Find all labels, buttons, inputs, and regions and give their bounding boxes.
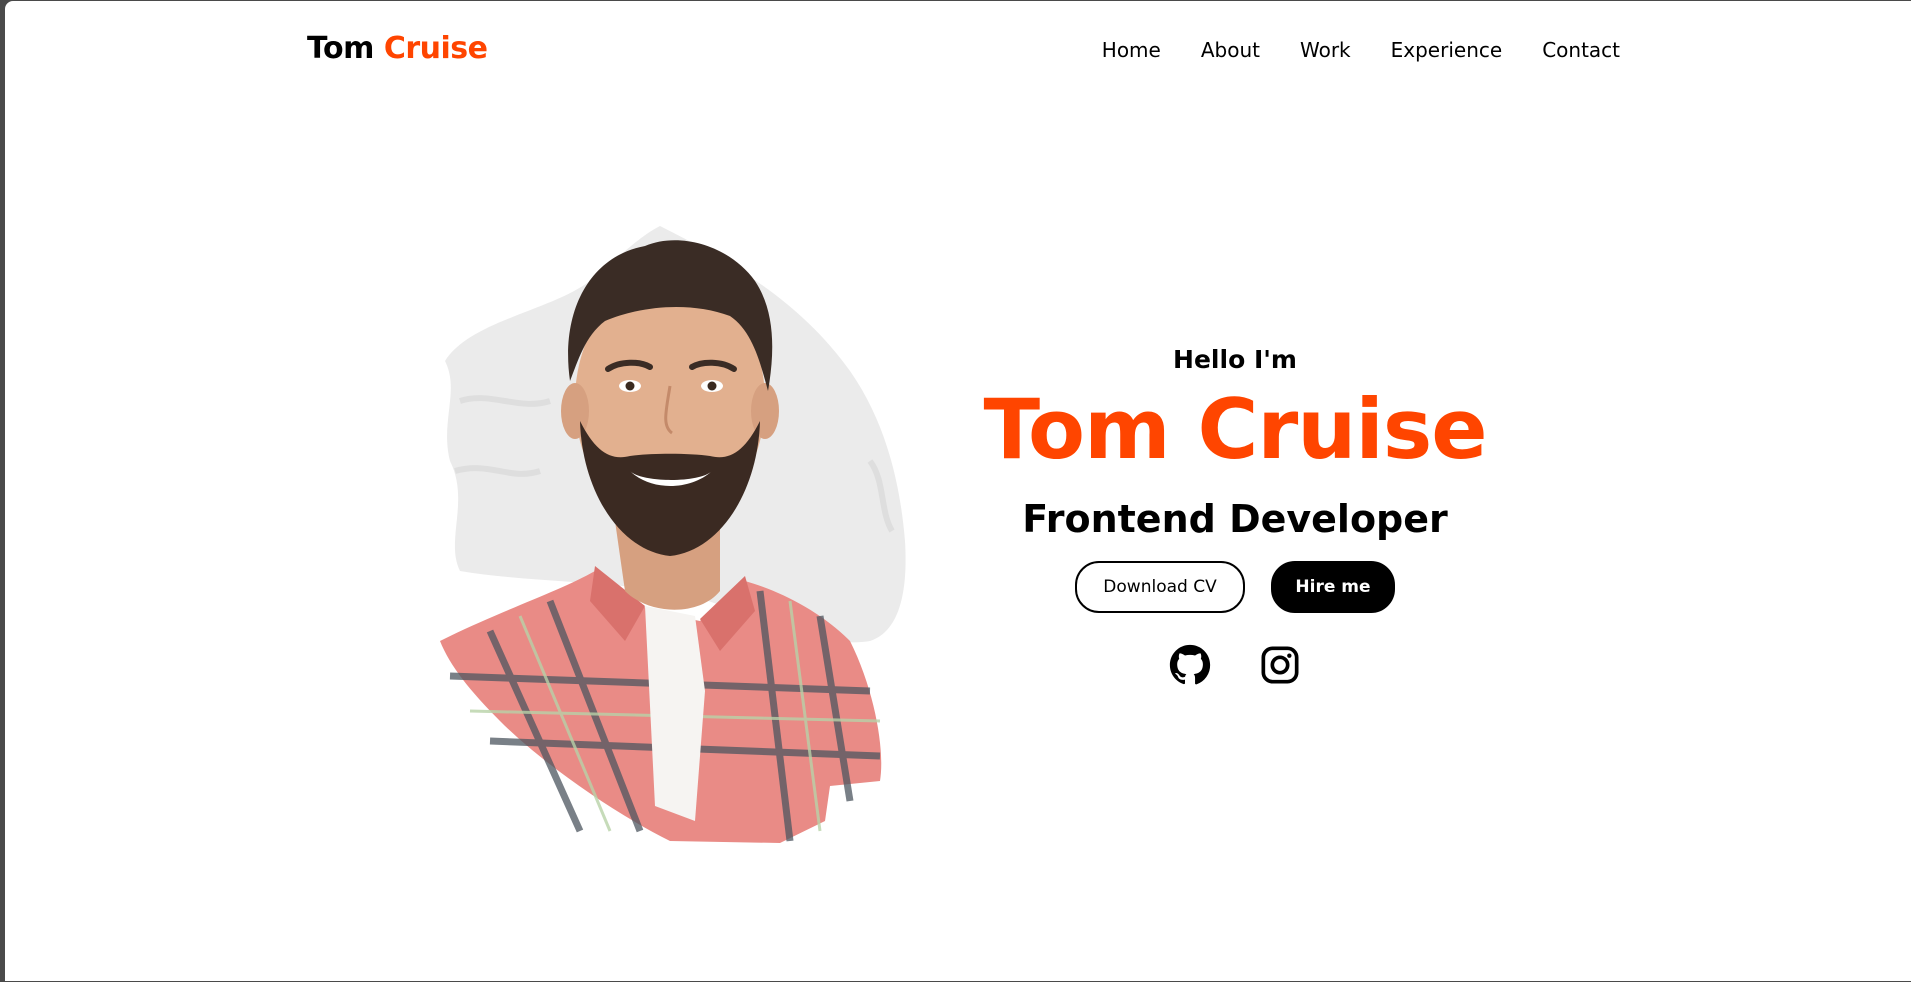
nav-experience[interactable]: Experience	[1391, 38, 1503, 62]
github-icon[interactable]	[1168, 643, 1212, 687]
navbar: Tom Cruise Home About Work Experience Co…	[5, 1, 1911, 101]
nav-work[interactable]: Work	[1300, 38, 1351, 62]
hero-role: Frontend Developer	[1022, 497, 1448, 542]
logo-first-name: Tom	[307, 31, 374, 66]
logo-last-name: Cruise	[383, 31, 488, 66]
logo[interactable]: Tom Cruise	[307, 31, 488, 66]
nav-about[interactable]: About	[1201, 38, 1260, 62]
instagram-icon[interactable]	[1258, 643, 1302, 687]
hero-name: Tom Cruise	[983, 381, 1487, 478]
portrait-illustration	[440, 226, 906, 843]
cta-buttons: Download CV Hire me	[965, 561, 1505, 614]
nav-home[interactable]: Home	[1102, 38, 1161, 62]
nav-menu: Home About Work Experience Contact	[1102, 38, 1620, 62]
greeting-text: Hello I'm	[1173, 345, 1297, 374]
hero-section: Hello I'm Tom Cruise Frontend Developer …	[965, 341, 1505, 687]
hire-me-button[interactable]: Hire me	[1271, 561, 1395, 614]
download-cv-button[interactable]: Download CV	[1075, 561, 1245, 614]
browser-page: Tom Cruise Home About Work Experience Co…	[5, 1, 1911, 981]
profile-portrait	[430, 221, 950, 861]
social-links	[965, 643, 1505, 687]
nav-contact[interactable]: Contact	[1542, 38, 1620, 62]
